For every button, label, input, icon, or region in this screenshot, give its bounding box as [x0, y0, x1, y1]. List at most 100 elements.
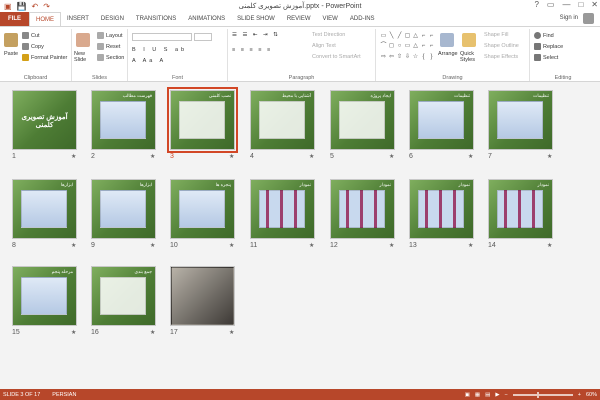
transition-star-icon[interactable]: ★ — [389, 153, 394, 160]
sign-in-link[interactable]: Sign in — [560, 15, 578, 21]
reset-button[interactable]: Reset — [97, 43, 120, 50]
transition-star-icon[interactable]: ★ — [71, 242, 76, 249]
text-direction-button[interactable]: Text Direction — [312, 32, 345, 38]
font-name-dropdown[interactable] — [132, 33, 192, 41]
help-icon[interactable]: ? — [534, 0, 538, 9]
transition-star-icon[interactable]: ★ — [547, 242, 552, 249]
transition-star-icon[interactable]: ★ — [229, 329, 234, 336]
slide-thumbnail[interactable]: مرحله پنجم — [12, 266, 77, 326]
align-buttons[interactable]: ≡ ≡ ≡ ≡ ≡ — [232, 47, 272, 53]
format-painter-button[interactable]: Format Painter — [22, 54, 67, 61]
slide-caption: فهرست مطالب — [122, 93, 152, 98]
new-slide-icon[interactable] — [76, 33, 90, 47]
shape-fill-button[interactable]: Shape Fill — [484, 32, 508, 38]
transition-star-icon[interactable]: ★ — [309, 242, 314, 249]
slide-thumbnail[interactable]: نمودار — [409, 179, 474, 239]
quick-styles-icon[interactable] — [462, 33, 476, 47]
zoom-level[interactable]: 60% — [586, 392, 597, 398]
slide-thumbnail[interactable]: فهرست مطالب — [91, 90, 156, 150]
tab-transitions[interactable]: TRANSITIONS — [130, 12, 182, 26]
transition-star-icon[interactable]: ★ — [150, 242, 155, 249]
slide-thumbnail[interactable]: نمودار — [488, 179, 553, 239]
shape-effects-button[interactable]: Shape Effects — [484, 54, 518, 60]
paste-button[interactable]: Paste — [4, 51, 18, 57]
transition-star-icon[interactable]: ★ — [150, 329, 155, 336]
slide-thumbnail[interactable]: نمودار — [330, 179, 395, 239]
transition-star-icon[interactable]: ★ — [229, 153, 234, 160]
slide-sorter-view-icon[interactable]: ▦ — [475, 392, 480, 398]
zoom-slider[interactable] — [512, 391, 573, 398]
list-buttons[interactable]: ☰ ☰ ⇤ ⇥ ⇅ — [232, 32, 280, 38]
tab-review[interactable]: REVIEW — [281, 12, 317, 26]
normal-view-icon[interactable]: ▣ — [465, 392, 470, 398]
transition-star-icon[interactable]: ★ — [468, 153, 473, 160]
slide-thumbnail[interactable]: تنظیمات — [488, 90, 553, 150]
transition-star-icon[interactable]: ★ — [389, 242, 394, 249]
arrange-button[interactable]: Arrange — [438, 51, 458, 57]
layout-icon — [97, 32, 104, 39]
replace-icon — [534, 43, 541, 50]
slide-thumbnail[interactable]: پنجره ها — [170, 179, 235, 239]
transition-star-icon[interactable]: ★ — [309, 153, 314, 160]
find-button[interactable]: Find — [534, 32, 554, 39]
slide-thumbnail[interactable]: جمع بندی — [91, 266, 156, 326]
transition-star-icon[interactable]: ★ — [150, 153, 155, 160]
layout-label: Layout — [106, 32, 123, 39]
slide-thumbnail[interactable]: تنظیمات — [409, 90, 474, 150]
slide-thumbnail[interactable] — [170, 266, 235, 326]
arrange-icon[interactable] — [440, 33, 454, 47]
minimize-icon[interactable]: — — [562, 0, 570, 9]
section-button[interactable]: Section — [97, 54, 124, 61]
slideshow-view-icon[interactable]: ▶ — [495, 392, 499, 398]
ribbon-display-icon[interactable]: ▭ — [547, 0, 555, 9]
slide-thumbnail[interactable]: ابزارها — [91, 179, 156, 239]
font-format-buttons[interactable]: B I U S ab — [132, 47, 187, 53]
avatar[interactable] — [583, 13, 594, 24]
shape-outline-button[interactable]: Shape Outline — [484, 43, 519, 49]
new-slide-button[interactable]: New Slide — [74, 51, 96, 63]
close-icon[interactable]: ✕ — [591, 0, 598, 9]
quick-styles-button[interactable]: Quick Styles — [460, 51, 478, 63]
slide-thumbnail[interactable]: نصب کلمنی — [167, 87, 238, 153]
reset-label: Reset — [106, 43, 121, 50]
transition-star-icon[interactable]: ★ — [71, 153, 76, 160]
font-color-buttons[interactable]: A Aa A — [132, 58, 166, 64]
cut-button[interactable]: Cut — [22, 32, 40, 39]
zoom-out-icon[interactable]: − — [505, 392, 508, 398]
tab-animations[interactable]: ANIMATIONS — [182, 12, 231, 26]
replace-button[interactable]: Replace — [534, 43, 563, 50]
convert-smartart-button[interactable]: Convert to SmartArt — [312, 54, 361, 60]
slide-thumbnail[interactable]: ابزارها — [12, 179, 77, 239]
zoom-slider-knob[interactable] — [536, 391, 539, 398]
slides-group: New Slide Layout Reset Section Slides — [72, 29, 128, 81]
select-button[interactable]: Select — [534, 54, 558, 61]
slide-thumbnail[interactable]: آشنایی با محیط — [250, 90, 315, 150]
reading-view-icon[interactable]: ▤ — [485, 392, 490, 398]
transition-star-icon[interactable]: ★ — [547, 153, 552, 160]
copy-button[interactable]: Copy — [22, 43, 44, 50]
slide-content-preview — [100, 190, 146, 228]
tab-insert[interactable]: INSERT — [61, 12, 95, 26]
slide-thumbnail[interactable]: ایجاد پروژه — [330, 90, 395, 150]
layout-button[interactable]: Layout — [97, 32, 123, 39]
transition-star-icon[interactable]: ★ — [71, 329, 76, 336]
align-text-button[interactable]: Align Text — [312, 43, 336, 49]
font-size-dropdown[interactable] — [194, 33, 212, 41]
tab-file[interactable]: FILE — [0, 12, 29, 26]
zoom-in-icon[interactable]: + — [578, 392, 581, 398]
slide-thumbnail[interactable]: آموزش تصویری کلمنی — [12, 90, 77, 150]
window-controls: ? ▭ — □ ✕ — [534, 0, 598, 9]
tab-design[interactable]: DESIGN — [95, 12, 130, 26]
slide-content-preview — [21, 190, 67, 228]
shapes-gallery[interactable]: ▭ ╲ ╱ ▢ △ ⌐ ⌐ ⌒ ◻ ○ ▭ △ ⌐ ⌐ ⇨ ⇦ ⇧ ⇩ ☆{} — [380, 33, 436, 63]
tab-view[interactable]: VIEW — [317, 12, 344, 26]
transition-star-icon[interactable]: ★ — [229, 242, 234, 249]
paste-icon[interactable] — [4, 33, 18, 47]
slide-thumbnail[interactable]: نمودار — [250, 179, 315, 239]
tab-add-ins[interactable]: ADD-INS — [344, 12, 381, 26]
tab-slide-show[interactable]: SLIDE SHOW — [231, 12, 281, 26]
transition-star-icon[interactable]: ★ — [468, 242, 473, 249]
tab-home[interactable]: HOME — [29, 12, 61, 26]
maximize-icon[interactable]: □ — [578, 0, 583, 9]
language-indicator[interactable]: PERSIAN — [52, 392, 76, 398]
